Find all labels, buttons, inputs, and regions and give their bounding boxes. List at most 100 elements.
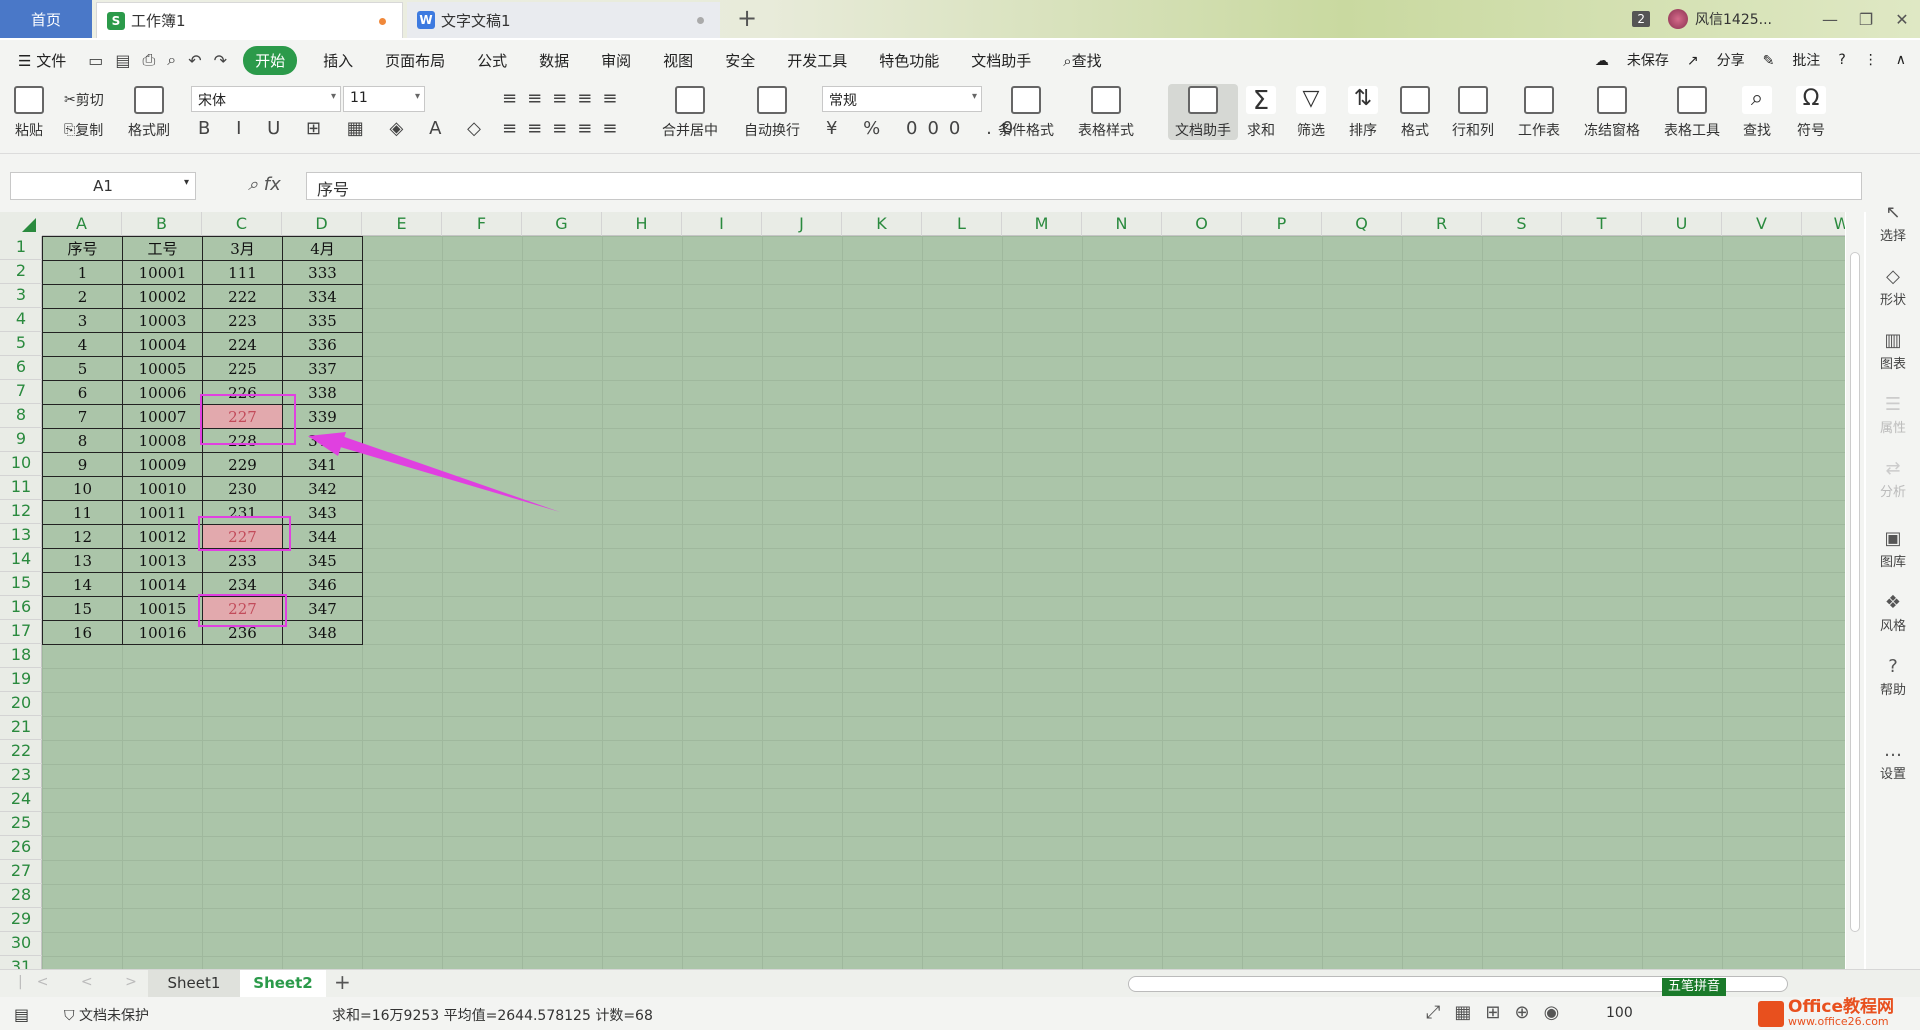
share-button[interactable]: ↗ 分享 [1687,50,1745,70]
scroll-thumb[interactable] [1850,252,1860,932]
menu-insert[interactable]: 插入 [307,50,369,71]
print-icon[interactable]: ⎙ [136,50,161,70]
font-family-select[interactable]: 宋体 [191,86,341,112]
fx-icon[interactable]: ⌕ fx [248,174,281,195]
view-mode-icons[interactable]: ⤢▦⊞⊕◉ [1426,1002,1573,1023]
sidebar-help[interactable]: ? 帮助 [1866,656,1920,698]
table-cell[interactable]: 346 [282,572,363,597]
menu-start[interactable]: 开始 [243,45,298,75]
column-header-v[interactable]: V [1722,212,1802,236]
row-header-19[interactable]: 19 [0,668,42,692]
minimize-button[interactable]: — [1812,10,1848,29]
column-header-s[interactable]: S [1482,212,1562,236]
tab-home[interactable]: 首页 [0,0,92,38]
table-tools-button[interactable]: 表格工具 [1664,86,1720,140]
save-icon[interactable]: ▭ [82,51,109,70]
zoom-level[interactable]: 100 [1606,1005,1633,1021]
sidebar-analysis[interactable]: ⇄ 分析 [1866,458,1920,500]
menu-review[interactable]: 审阅 [585,50,647,71]
column-header-w[interactable]: W [1802,212,1845,236]
table-cell[interactable]: 234 [202,572,283,597]
row-header-23[interactable]: 23 [0,764,42,788]
column-header-u[interactable]: U [1642,212,1722,236]
column-header-k[interactable]: K [842,212,922,236]
row-header-22[interactable]: 22 [0,740,42,764]
sidebar-shape[interactable]: ◇ 形状 [1866,266,1920,308]
table-cell[interactable]: 16 [42,620,123,645]
window-count-badge[interactable]: 2 [1632,11,1651,27]
copy-button[interactable]: ⎘ 复制 [64,120,103,140]
close-button[interactable]: ✕ [1884,10,1920,29]
column-header-l[interactable]: L [922,212,1002,236]
sum-button[interactable]: Σ 求和 [1246,86,1276,140]
menu-view[interactable]: 视图 [647,50,709,71]
name-box[interactable]: A1 [10,172,196,200]
column-header-m[interactable]: M [1002,212,1082,236]
sidebar-settings[interactable]: … 设置 [1866,740,1920,782]
add-sheet-button[interactable]: + [334,970,351,994]
conditional-format-button[interactable]: 条件格式 [998,86,1054,140]
column-header-h[interactable]: H [602,212,682,236]
merge-center-button[interactable]: 合并居中 [662,86,718,140]
column-header-n[interactable]: N [1082,212,1162,236]
symbol-button[interactable]: Ω 符号 [1796,86,1826,140]
row-header-20[interactable]: 20 [0,692,42,716]
spreadsheet-grid[interactable]: 序号 工号 3月 4月 1 10001 111 333 2 10002 222 334 3 10003 22… [0,212,1845,969]
row-header-21[interactable]: 21 [0,716,42,740]
maximize-button[interactable]: ❐ [1848,10,1884,29]
unsaved-button[interactable]: ☁ 未保存 [1595,50,1669,70]
table-cell[interactable]: 10013 [122,548,203,573]
table-style-button[interactable]: 表格样式 [1078,86,1134,140]
column-header-j[interactable]: J [762,212,842,236]
menu-file[interactable]: ☰ 文件 [0,50,82,71]
column-header-t[interactable]: T [1562,212,1642,236]
new-tab-button[interactable]: + [737,4,757,32]
format-painter-button[interactable]: 格式刷 [128,86,170,140]
font-style-icons[interactable]: B I U ⊞ ▦ ◈ A ◇ [198,118,491,139]
column-header-r[interactable]: R [1402,212,1482,236]
collapse-ribbon-icon[interactable]: ∧ [1896,52,1906,68]
doc-assistant-button[interactable]: 文档助手 [1168,84,1238,140]
sort-button[interactable]: ⇅ 排序 [1348,86,1378,140]
row-header-14[interactable]: 14 [0,548,42,572]
comment-button[interactable]: ✎ 批注 [1763,50,1821,70]
align-icons[interactable]: ≡≡≡≡≡ [502,88,627,109]
row-header-17[interactable]: 17 [0,620,42,644]
column-header-p[interactable]: P [1242,212,1322,236]
menu-search[interactable]: ⌕查找 [1047,50,1117,71]
row-header-30[interactable]: 30 [0,932,42,956]
row-header-29[interactable]: 29 [0,908,42,932]
tab-document[interactable]: W 文字文稿1 [407,2,720,38]
row-header-31[interactable]: 31 [0,956,42,969]
vertical-scrollbar[interactable] [1846,212,1864,969]
number-format-select[interactable]: 常规 [822,86,982,112]
font-size-select[interactable]: 11 [343,86,425,112]
table-cell[interactable]: 347 [282,596,363,621]
row-header-25[interactable]: 25 [0,812,42,836]
doc-protection[interactable]: ⛉ 文档未保护 [64,1005,149,1025]
preview-icon[interactable]: ⌕ [161,50,182,70]
menu-security[interactable]: 安全 [709,50,771,71]
tab-workbook[interactable]: S 工作簿1 [96,2,403,38]
menu-page-layout[interactable]: 页面布局 [369,50,461,71]
format-button[interactable]: 格式 [1400,86,1430,140]
row-header-28[interactable]: 28 [0,884,42,908]
table-cell[interactable]: 15 [42,596,123,621]
justify-icons[interactable]: ≡≡≡≡≡ [502,118,627,139]
column-header-q[interactable]: Q [1322,212,1402,236]
sidebar-gallery[interactable]: ▣ 图库 [1866,528,1920,570]
find-button[interactable]: ⌕ 查找 [1742,86,1772,140]
row-header-24[interactable]: 24 [0,788,42,812]
row-header-16[interactable]: 16 [0,596,42,620]
table-cell[interactable]: 348 [282,620,363,645]
sidebar-properties[interactable]: ☰ 属性 [1866,394,1920,436]
row-col-button[interactable]: 行和列 [1452,86,1494,140]
table-cell[interactable]: 233 [202,548,283,573]
sidebar-chart[interactable]: ▥ 图表 [1866,330,1920,372]
cut-button[interactable]: ✂ 剪切 [64,90,104,110]
table-cell[interactable]: 10014 [122,572,203,597]
row-header-15[interactable]: 15 [0,572,42,596]
wrap-text-button[interactable]: 自动换行 [744,86,800,140]
save-as-icon[interactable]: ▤ [109,51,136,70]
formula-input[interactable]: 序号 [306,172,1862,200]
